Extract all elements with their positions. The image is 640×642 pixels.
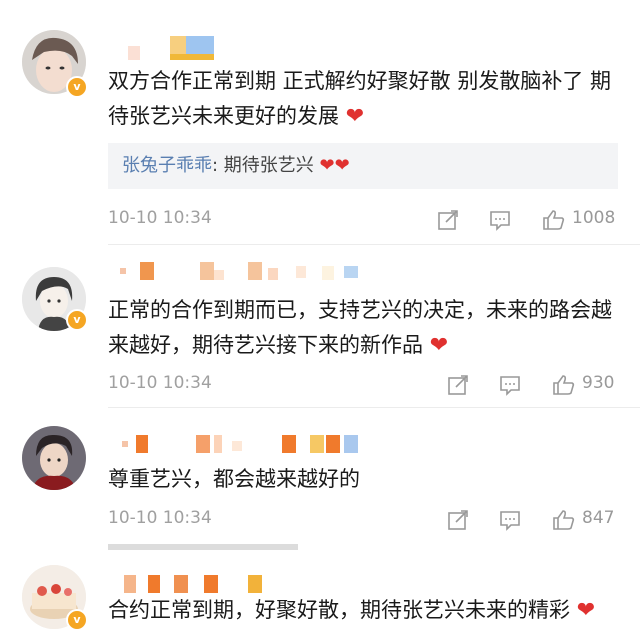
reply-preview[interactable]: 张兔子乖乖: 期待张艺兴 ❤❤ — [108, 143, 618, 189]
timestamp: 10-10 10:34 — [108, 373, 212, 393]
comment-text: 合约正常到期，好聚好散，期待张艺兴未来的精彩 ❤ — [108, 598, 596, 623]
heart-emoji-icon: ❤ — [334, 155, 350, 176]
username-redacted[interactable] — [108, 36, 228, 60]
timestamp: 10-10 10:34 — [108, 208, 212, 228]
timestamp: 10-10 10:34 — [108, 508, 212, 528]
heart-emoji-icon: ❤ — [576, 598, 596, 623]
heart-emoji-icon: ❤ — [319, 155, 335, 176]
comment-text: 双方合作正常到期 正式解约好聚好散 别发散脑补了 期待张艺兴未来更好的发展 ❤ — [108, 69, 612, 129]
thumbs-up-icon[interactable] — [552, 373, 576, 397]
avatar[interactable] — [22, 426, 86, 490]
comment-icon[interactable] — [488, 208, 512, 232]
comment-meta: 10-10 10:34 847 — [108, 508, 623, 532]
comment-icon[interactable] — [498, 373, 522, 397]
comment-item: v 合约正常到期，好聚好散，期待张艺兴未来的精彩 ❤ — [0, 545, 640, 642]
comment-item: v 双方合作正常到期 正式解约好聚好散 别发散脑补了 期待张艺兴未来更好的发展 … — [0, 0, 640, 245]
username-redacted[interactable] — [108, 435, 378, 457]
share-icon[interactable] — [446, 373, 470, 397]
verified-badge-icon: v — [66, 76, 88, 98]
comment-icon[interactable] — [498, 508, 522, 532]
comment-item: 尊重艺兴，都会越来越好的 10-10 10:34 847 — [0, 408, 640, 550]
heart-emoji-icon: ❤ — [345, 104, 365, 129]
heart-emoji-icon: ❤ — [429, 333, 449, 358]
like-count: 1008 — [572, 208, 616, 228]
comment-meta: 10-10 10:34 930 — [108, 373, 623, 397]
share-icon[interactable] — [436, 208, 460, 232]
thumbs-up-icon[interactable] — [552, 508, 576, 532]
comment-item: v 正常的合作到期而已，支持艺兴的决定，未来的路会越来越好，期待艺兴接下来的新作… — [0, 245, 640, 408]
like-count: 930 — [582, 373, 615, 393]
share-icon[interactable] — [446, 508, 470, 532]
verified-badge-icon: v — [66, 309, 88, 331]
like-count: 847 — [582, 508, 615, 528]
reply-text: 期待张艺兴 — [218, 155, 314, 176]
comment-text: 正常的合作到期而已，支持艺兴的决定，未来的路会越来越好，期待艺兴接下来的新作品 … — [108, 298, 612, 358]
comment-meta: 10-10 10:34 1008 — [108, 208, 623, 232]
username-redacted[interactable] — [108, 262, 368, 284]
comment-text: 尊重艺兴，都会越来越好的 — [108, 467, 360, 491]
reply-author[interactable]: 张兔子乖乖 — [122, 155, 212, 176]
avatar-image — [22, 426, 86, 490]
verified-badge-icon: v — [66, 609, 88, 631]
thumbs-up-icon[interactable] — [542, 208, 566, 232]
